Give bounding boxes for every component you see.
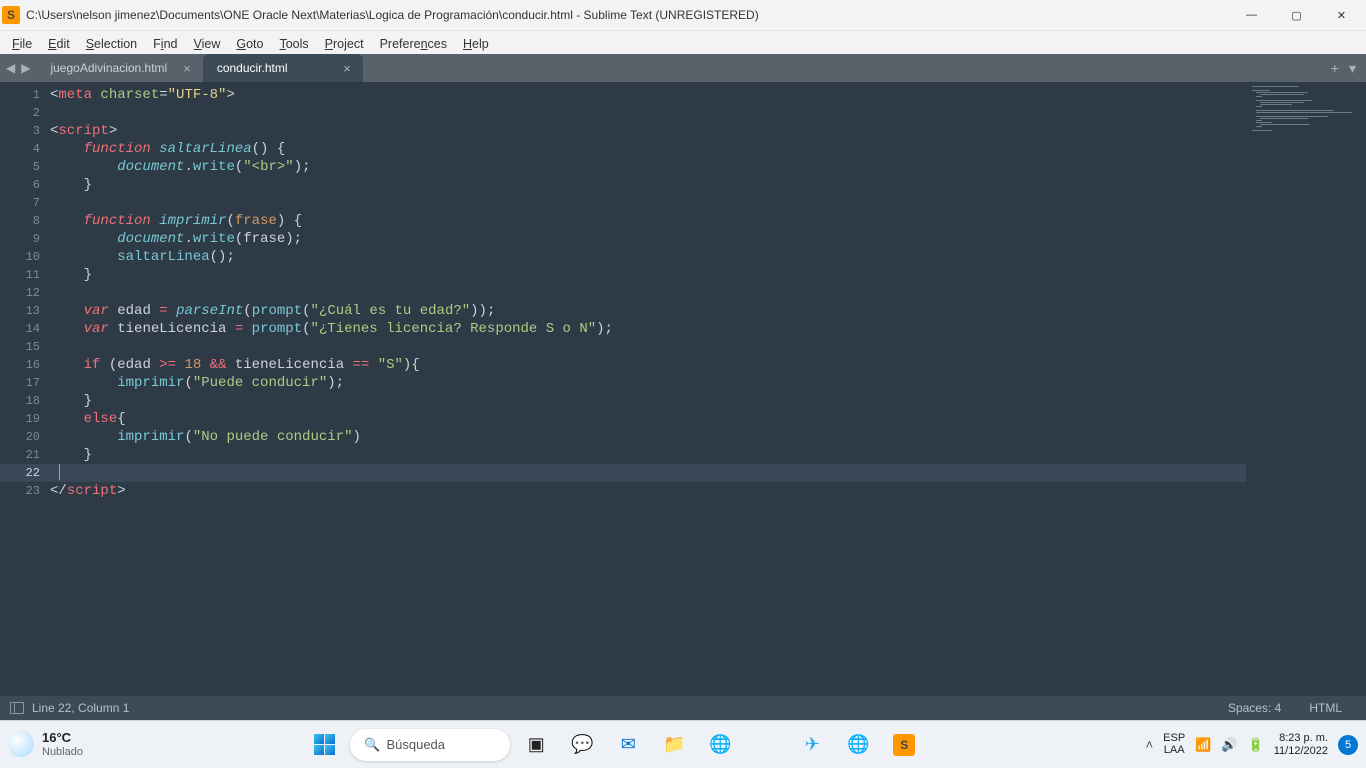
tray-chevron-icon[interactable]: ˄ [1146,737,1154,752]
code-area[interactable]: <meta charset="UTF-8"> <script> function… [50,82,1246,696]
explorer-icon[interactable]: 📁 [654,725,694,765]
titlebar: S C:\Users\nelson jimenez\Documents\ONE … [0,0,1366,30]
mail-icon[interactable]: ✉ [608,725,648,765]
menu-find[interactable]: Find [145,35,185,53]
language-indicator[interactable]: ESP LAA [1163,733,1185,756]
tab-menu-icon[interactable]: ▾ [1349,60,1356,77]
tab-inactive[interactable]: juegoAdivinacion.html × [36,54,202,82]
window-title: C:\Users\nelson jimenez\Documents\ONE Or… [26,8,1229,22]
window-controls: — ▢ ✕ [1229,0,1364,30]
tabbar: ◀ ▶ juegoAdivinacion.html × conducir.htm… [0,54,1366,82]
app-icon: S [2,6,20,24]
tab-close-icon[interactable]: × [343,61,351,76]
search-placeholder: Búsqueda [386,737,445,752]
maximize-button[interactable]: ▢ [1274,0,1319,30]
notification-badge[interactable]: 5 [1338,735,1358,755]
close-button[interactable]: ✕ [1319,0,1364,30]
telegram-icon[interactable]: ✈ [792,725,832,765]
tab-label: conducir.html [217,61,343,75]
menu-tools[interactable]: Tools [271,35,316,53]
weather-cond: Nublado [42,746,83,758]
weather-temp: 16°C [42,731,83,745]
menu-edit[interactable]: Edit [40,35,78,53]
nav-forward-icon[interactable]: ▶ [21,61,30,75]
menu-view[interactable]: View [185,35,228,53]
cursor [59,464,60,480]
chrome-icon[interactable]: 🌐 [700,725,740,765]
sublime-icon[interactable]: S [884,725,924,765]
status-spaces[interactable]: Spaces: 4 [1214,701,1295,715]
task-view-icon[interactable]: ▣ [516,725,556,765]
new-tab-icon[interactable]: + [1331,60,1339,76]
taskbar-search[interactable]: 🔍 Búsqueda [350,729,510,761]
tab-label: juegoAdivinacion.html [50,61,183,75]
chat-icon[interactable]: 💬 [562,725,602,765]
tab-close-icon[interactable]: × [183,61,191,76]
menu-selection[interactable]: Selection [78,35,145,53]
taskbar-clock[interactable]: 8:23 p. m. 11/12/2022 [1274,732,1328,756]
start-button[interactable] [304,725,344,765]
taskbar-weather[interactable]: 16°C Nublado [8,731,83,757]
minimap[interactable] [1246,82,1366,696]
search-icon: 🔍 [364,737,380,753]
menu-file[interactable]: File [4,35,40,53]
weather-icon [8,731,34,757]
menu-help[interactable]: Help [455,35,497,53]
tab-active[interactable]: conducir.html × [203,54,363,82]
statusbar: Line 22, Column 1 Spaces: 4 HTML [0,696,1366,720]
status-syntax[interactable]: HTML [1295,701,1356,715]
chrome-alt-icon[interactable]: 🌐 [838,725,878,765]
status-position[interactable]: Line 22, Column 1 [32,701,129,715]
menu-goto[interactable]: Goto [228,35,271,53]
minimize-button[interactable]: — [1229,0,1274,30]
gutter: 1234567891011121314151617181920212223 [0,82,50,696]
nav-back-icon[interactable]: ◀ [6,61,15,75]
volume-icon[interactable]: 🔊 [1221,737,1237,753]
sidebar-toggle-icon[interactable] [10,702,24,714]
menu-preferences[interactable]: Preferences [372,35,455,53]
wifi-icon[interactable]: 📶 [1195,737,1211,753]
battery-icon[interactable]: 🔋 [1248,737,1264,753]
menu-project[interactable]: Project [317,35,372,53]
editor[interactable]: 1234567891011121314151617181920212223 <m… [0,82,1366,696]
taskbar: 16°C Nublado 🔍 Búsqueda ▣ 💬 ✉ 📁 🌐 ✈ 🌐 S … [0,720,1366,768]
menubar: File Edit Selection Find View Goto Tools… [0,30,1366,54]
